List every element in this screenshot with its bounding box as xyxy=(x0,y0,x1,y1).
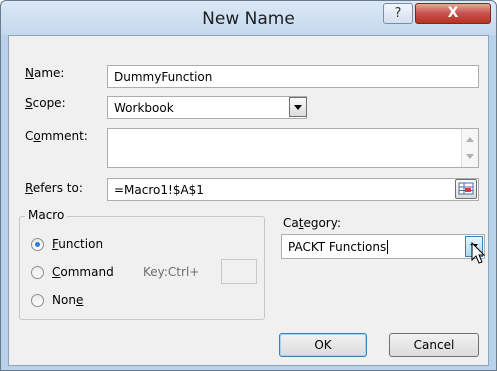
name-value: DummyFunction xyxy=(114,69,213,84)
category-label: Category: xyxy=(283,216,341,230)
title-bar: New Name ? X xyxy=(1,1,496,35)
refers-to-input[interactable]: =Macro1!$A$1 xyxy=(107,178,479,201)
help-icon: ? xyxy=(394,6,402,21)
refers-to-label: Refers to: xyxy=(25,181,83,195)
cancel-button[interactable]: Cancel xyxy=(389,333,479,357)
category-select[interactable]: PACKT Functions xyxy=(281,234,485,259)
chevron-down-icon xyxy=(294,104,302,110)
macro-group-title: Macro xyxy=(25,208,68,222)
range-select-icon xyxy=(458,182,474,195)
category-value: PACKT Functions xyxy=(288,239,387,254)
none-label: None xyxy=(52,293,84,307)
scope-dropdown-button[interactable] xyxy=(289,97,307,117)
scroll-down-icon[interactable] xyxy=(466,154,474,159)
refers-to-value: =Macro1!$A$1 xyxy=(114,182,204,197)
help-button[interactable]: ? xyxy=(383,3,413,24)
scope-value: Workbook xyxy=(114,100,174,115)
comment-input[interactable] xyxy=(107,128,479,168)
dialog-body: Name: DummyFunction Scope: Workbook Comm… xyxy=(8,35,489,366)
scope-label: Scope: xyxy=(25,96,66,110)
range-select-button[interactable] xyxy=(455,179,477,199)
none-radio[interactable] xyxy=(31,294,44,307)
command-radio[interactable] xyxy=(31,266,44,279)
shortcut-input[interactable] xyxy=(221,259,257,284)
text-caret xyxy=(387,239,389,254)
comment-scrollbar[interactable] xyxy=(461,129,478,167)
command-label: Command xyxy=(52,265,114,279)
mouse-pointer-icon xyxy=(471,242,486,264)
name-input[interactable]: DummyFunction xyxy=(107,65,479,88)
scope-select[interactable]: Workbook xyxy=(107,96,307,119)
scroll-up-icon[interactable] xyxy=(466,137,474,142)
comment-label: Comment: xyxy=(25,129,88,143)
function-label: Function xyxy=(52,237,104,251)
close-button[interactable]: X xyxy=(415,3,491,24)
name-label: Name: xyxy=(25,66,65,80)
function-radio[interactable] xyxy=(31,238,44,251)
dialog-window: New Name ? X Name: DummyFunction Scope: … xyxy=(0,0,497,371)
shortcut-label: Key:Ctrl+ xyxy=(143,265,200,279)
ok-button[interactable]: OK xyxy=(279,333,367,357)
close-icon: X xyxy=(447,5,459,21)
